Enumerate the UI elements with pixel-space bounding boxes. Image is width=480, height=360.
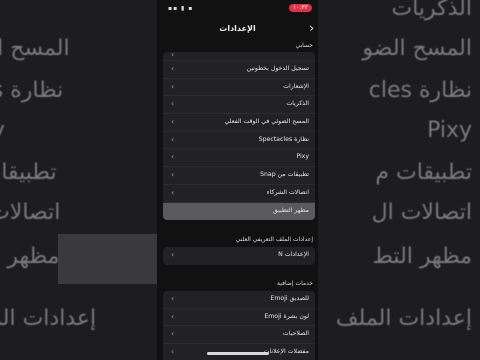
list-item[interactable]: ‹ نظارة Spectacles: [163, 132, 315, 150]
chevron-left-icon: ‹: [171, 294, 175, 303]
ghost-text: تطبيقات م: [0, 160, 57, 185]
list-item-label: الإشعارات: [283, 82, 309, 90]
status-icons: ▪▪ ▮ ▪: [168, 5, 194, 12]
page-title: الإعدادات: [219, 24, 256, 33]
chevron-left-icon: ‹: [171, 52, 175, 59]
chevron-left-icon: ‹: [171, 311, 175, 321]
status-bar: ▪▪ ▮ ▪ ١٠:٣٢: [157, 0, 318, 16]
ghost-text: تطبيقات م: [375, 160, 472, 185]
ghost-text: نظارة cles: [368, 78, 472, 103]
ghost-text: إعدادات الملف: [0, 306, 97, 331]
chevron-right-icon[interactable]: ›: [309, 21, 314, 35]
account-settings-group: ‹ ‹ تسجيل الدخول بخطوتين ‹ الإشعارات ‹ الذك…: [163, 52, 315, 221]
list-item[interactable]: ‹ الإعدادات N: [163, 247, 315, 265]
chevron-left-icon: ‹: [171, 134, 175, 144]
background-right-panel: الذكريات المسح الضو نظارة cles Pixy تطبي…: [318, 0, 480, 360]
ghost-text: اتصالات ال: [0, 200, 61, 225]
ghost-text: مظهر التط: [372, 244, 472, 269]
chevron-left-icon: ‹: [171, 117, 175, 127]
chevron-left-icon: ‹: [171, 99, 175, 109]
ghost-text: إعدادات الملف: [335, 306, 472, 331]
public-profile-group: ‹ الإعدادات N: [163, 247, 315, 265]
list-item-label: نظارة Spectacles: [258, 135, 309, 143]
list-item-label: اتصالات الشركاء: [266, 188, 309, 196]
list-item-label: الإعدادات N: [278, 251, 309, 258]
list-item-label: تطبيقات من Snap: [260, 171, 309, 179]
list-item[interactable]: ‹ المسح الضوئي في الوقت الفعلي: [163, 114, 315, 132]
list-item[interactable]: ‹ الإشعارات: [163, 79, 315, 97]
list-item[interactable]: ‹ للصديق Emoji: [163, 291, 315, 309]
ghost-text: الذكريات: [391, 0, 472, 21]
chevron-left-icon: ‹: [171, 329, 175, 339]
list-item-label: تسجيل الدخول بخطوتين: [246, 65, 309, 72]
ghost-text: نظارة cles: [0, 78, 64, 103]
list-item-label: مفضلات الإعلانات: [263, 348, 309, 356]
section-label-account: حسابي: [295, 42, 313, 49]
chevron-left-icon: ‹: [171, 152, 175, 162]
list-item-partial[interactable]: ‹: [163, 52, 315, 61]
list-item[interactable]: ‹ الصلاحيات: [163, 326, 315, 345]
section-label-extra-services: خدمات إضافية: [277, 280, 313, 287]
chevron-left-icon: ‹: [171, 187, 175, 197]
ghost-text: المسح الضو: [362, 36, 472, 61]
list-item-selected[interactable]: مظهر التطبيق: [163, 202, 315, 221]
list-item-label: لون بشرة Emoji: [264, 312, 309, 320]
background-highlight: [58, 234, 157, 284]
status-time: ١٠:٣٢: [289, 4, 312, 12]
list-item[interactable]: ‹ الذكريات: [163, 96, 315, 115]
background-left-panel: المسح الضو نظارة cles Pixy تطبيقات م اتصالات…: [0, 0, 157, 360]
list-item[interactable]: ‹ تطبيقات من Snap: [163, 167, 315, 185]
list-item[interactable]: ‹ تسجيل الدخول بخطوتين: [163, 61, 315, 79]
list-item[interactable]: ‹ Pixy: [163, 149, 315, 168]
list-item[interactable]: ‹ لون بشرة Emoji: [163, 309, 315, 327]
section-label-public-profile: إعدادات الملف التعريفي العلني: [235, 236, 313, 243]
chevron-left-icon: ‹: [171, 64, 175, 73]
phone-screen: ▪▪ ▮ ▪ ١٠:٣٢ الإعدادات › حسابي ‹ ‹ تسجيل …: [157, 0, 318, 360]
list-item-label: للصديق Emoji: [270, 295, 309, 302]
chevron-left-icon: ‹: [171, 81, 175, 91]
list-item[interactable]: ‹ اتصالات الشركاء: [163, 185, 315, 203]
list-item-label: الصلاحيات: [282, 330, 309, 338]
ghost-text: مظهر التط: [0, 244, 60, 269]
ghost-text: Pixy: [427, 118, 472, 143]
home-indicator: [207, 352, 269, 355]
list-item-label: Pixy: [296, 153, 309, 161]
list-item-label: مظهر التطبيق: [272, 206, 309, 214]
list-item-label: المسح الضوئي في الوقت الفعلي: [224, 118, 309, 126]
ghost-text: Pixy: [0, 118, 5, 143]
extra-services-group: ‹ للصديق Emoji ‹ لون بشرة Emoji ‹ الصلاحيات…: [163, 291, 315, 360]
chevron-left-icon: ‹: [171, 170, 175, 180]
chevron-left-icon: ‹: [171, 347, 175, 357]
ghost-text: اتصالات ال: [371, 200, 472, 225]
list-item-label: الذكريات: [286, 100, 309, 108]
settings-header: الإعدادات ›: [157, 18, 318, 40]
ghost-text: المسح الضو: [0, 36, 70, 61]
chevron-left-icon: ‹: [171, 250, 175, 259]
